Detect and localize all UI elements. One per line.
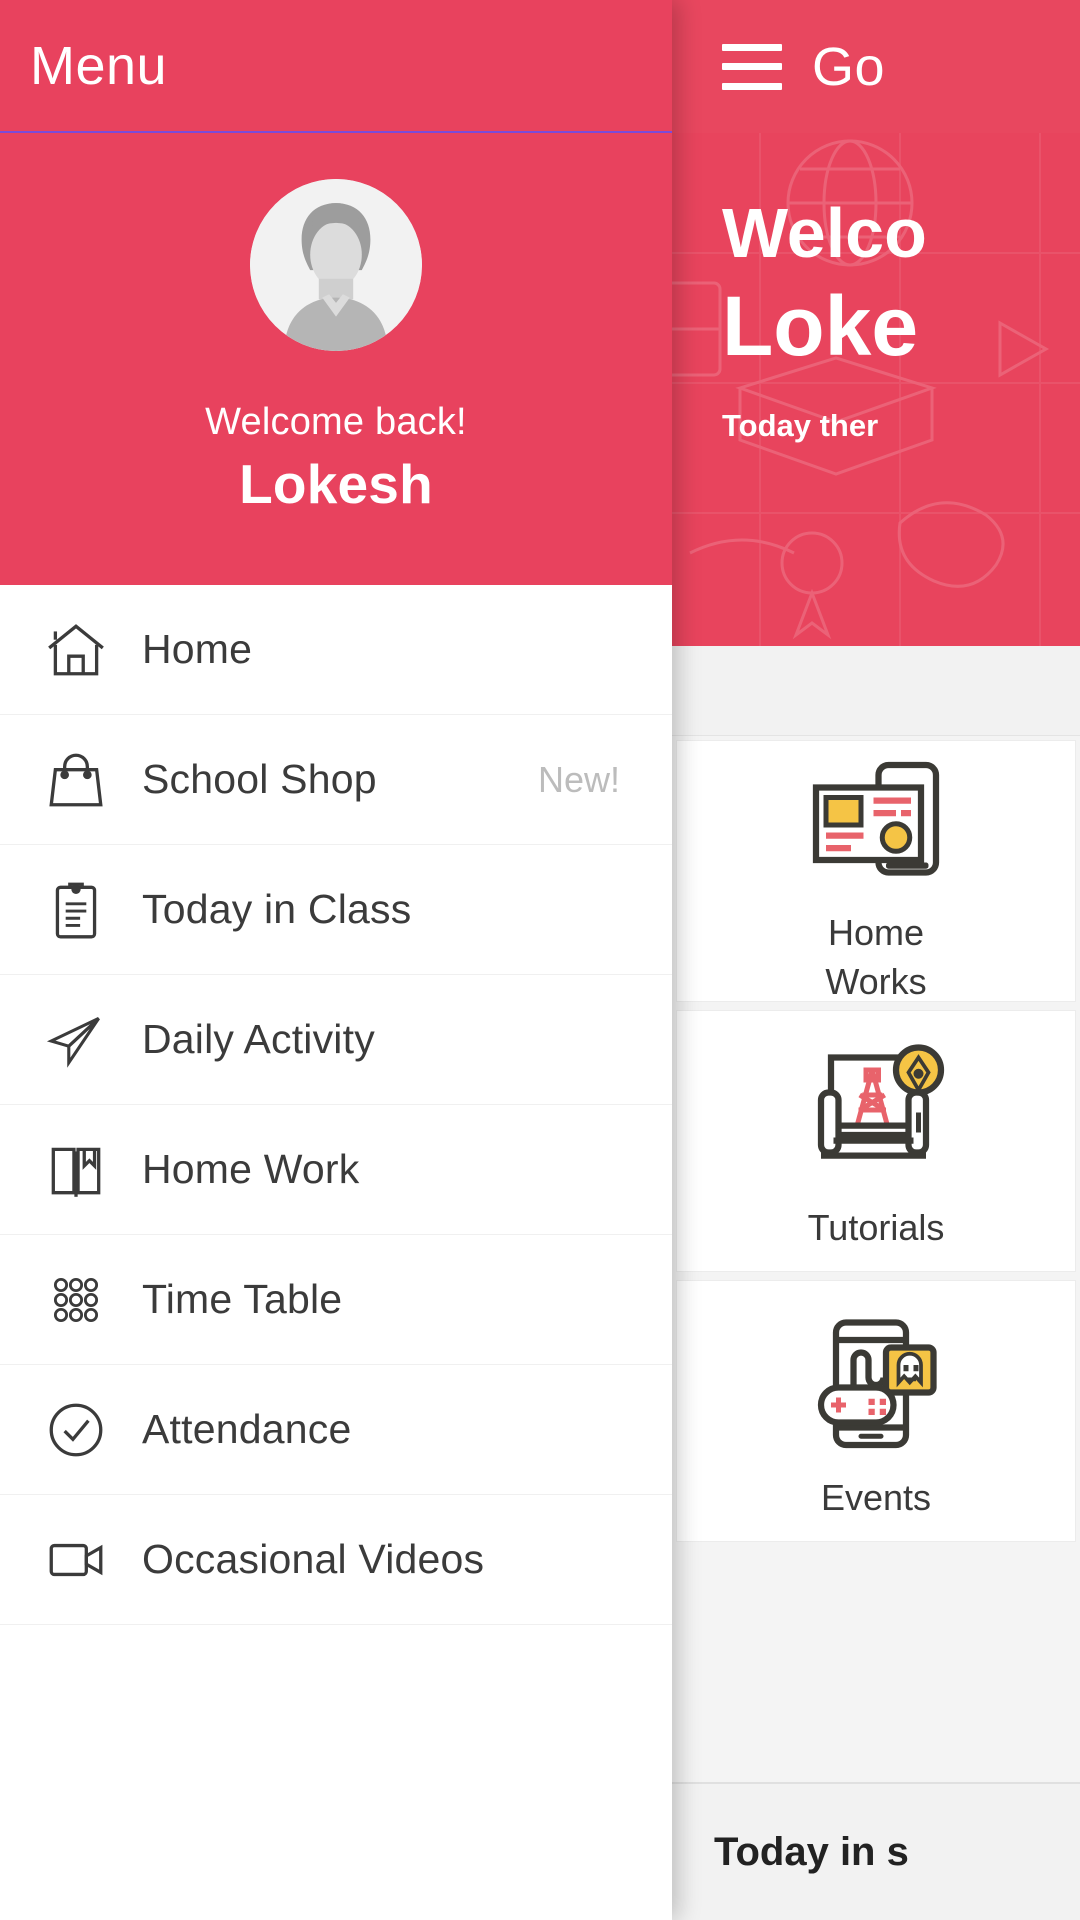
menu-item-label: School Shop [142, 756, 377, 802]
homework-illustration-icon [801, 745, 951, 895]
menu-item-label: Today in Class [142, 886, 412, 932]
menu-item-label: Home [142, 626, 253, 672]
menu-item-school-shop[interactable]: School Shop New! [0, 715, 672, 845]
tile-home-works[interactable]: Home Works [676, 740, 1076, 1002]
drawer-menu-list: Home School Shop New! Today in Class Dai… [0, 585, 672, 1625]
menu-item-home-work[interactable]: Home Work [0, 1105, 672, 1235]
menu-item-attendance[interactable]: Attendance [0, 1365, 672, 1495]
section-title: Today in s [714, 1829, 909, 1874]
tile-label: Home Works [825, 912, 927, 1002]
menu-item-label: Daily Activity [142, 1016, 375, 1062]
menu-item-home[interactable]: Home [0, 585, 672, 715]
check-circle-icon [40, 1394, 112, 1466]
menu-item-time-table[interactable]: Time Table [0, 1235, 672, 1365]
menu-item-occasional-videos[interactable]: Occasional Videos [0, 1495, 672, 1625]
menu-item-label: Time Table [142, 1276, 343, 1322]
navigation-drawer: Menu Welcome back! Lokesh Home School Sh… [0, 0, 672, 1920]
events-gaming-illustration-icon [801, 1310, 951, 1460]
menu-item-badge: New! [537, 758, 620, 800]
hamburger-icon[interactable] [722, 43, 782, 90]
background-name-line: Loke [722, 278, 919, 373]
drawer-user-name: Lokesh [239, 453, 433, 515]
tile-label: Events [820, 1476, 932, 1518]
background-welcome-line: Welco [722, 194, 927, 272]
clipboard-icon [40, 874, 112, 946]
background-section-header: Today in s [672, 1782, 1080, 1920]
shopping-bag-icon [40, 744, 112, 816]
background-tile-grid: Home Works Tutorials Events [672, 736, 1080, 1550]
background-subtitle: Today ther [722, 408, 879, 444]
tile-tutorials[interactable]: Tutorials [676, 1010, 1076, 1272]
menu-item-today-in-class[interactable]: Today in Class [0, 845, 672, 975]
tile-events[interactable]: Events [676, 1280, 1076, 1542]
drawer-greeting: Welcome back! [205, 401, 467, 443]
drawer-profile-header: Welcome back! Lokesh [0, 133, 672, 585]
menu-item-daily-activity[interactable]: Daily Activity [0, 975, 672, 1105]
menu-item-label: Attendance [142, 1406, 352, 1452]
drawer-title: Menu [30, 35, 168, 96]
menu-item-label: Home Work [142, 1146, 360, 1192]
video-camera-icon [40, 1524, 112, 1596]
user-avatar-placeholder-icon[interactable] [250, 179, 422, 351]
menu-item-label: Occasional Videos [142, 1536, 485, 1582]
paper-plane-icon [40, 1004, 112, 1076]
house-icon [40, 614, 112, 686]
grid-dots-icon [40, 1264, 112, 1336]
tile-label: Tutorials [807, 1206, 945, 1248]
open-book-icon [40, 1134, 112, 1206]
background-hero-text: Welco Loke Today ther [722, 193, 1080, 444]
background-app-title: Go [812, 36, 886, 97]
background-spacer-band [672, 646, 1080, 736]
drawer-topbar: Menu [0, 0, 672, 133]
tutorials-illustration-icon [801, 1040, 951, 1190]
app-screen: Go Welco Loke Today ther Home Works Tuto… [0, 0, 1080, 1920]
